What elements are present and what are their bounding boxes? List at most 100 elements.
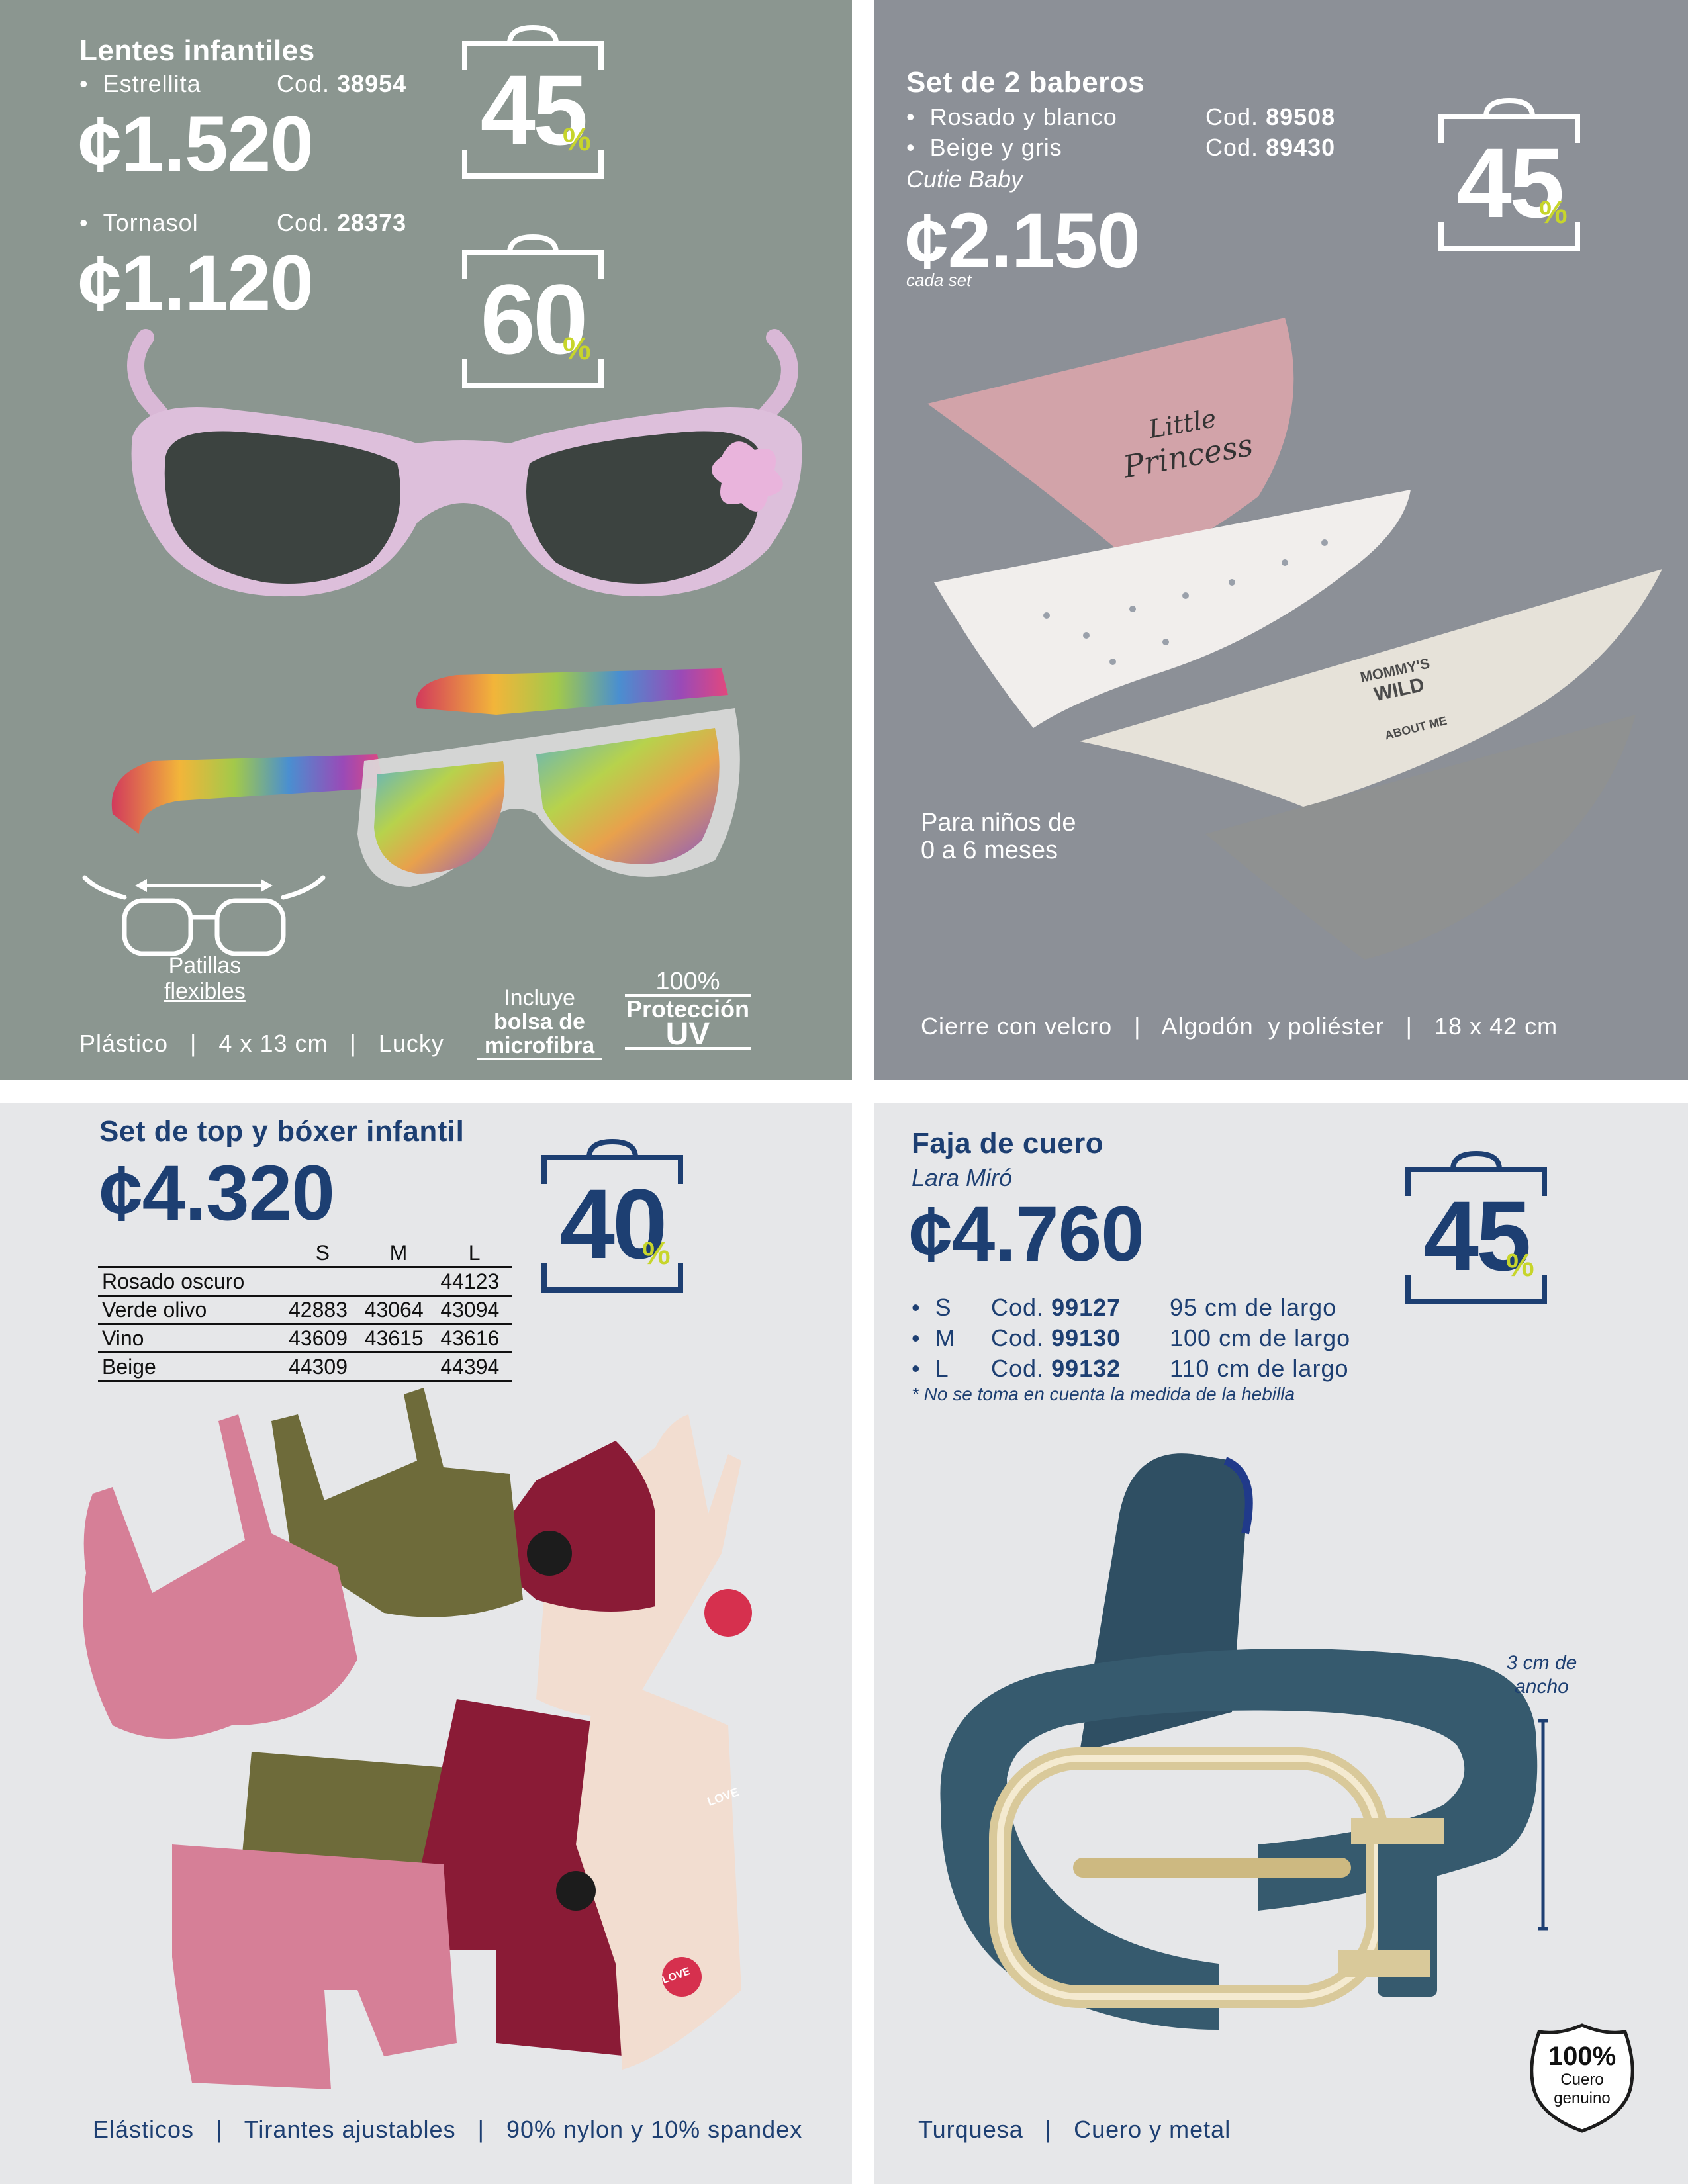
cod-number: 28373	[337, 209, 407, 236]
variant-code: Cod. 89430	[1205, 134, 1335, 161]
cod-number: 99132	[1051, 1355, 1121, 1382]
cod-label: Cod.	[991, 1324, 1045, 1351]
table-cell: Beige	[102, 1354, 156, 1379]
table-header: L	[468, 1240, 481, 1265]
rainbow-sunglasses-image	[111, 668, 740, 887]
table-cell: 44394	[440, 1354, 500, 1379]
percent-sign: %	[563, 122, 591, 158]
cod-number: 89430	[1266, 134, 1336, 161]
product-title: Set de top y bóxer infantil	[99, 1115, 465, 1148]
table-cell	[361, 1353, 437, 1381]
features-line: Plástico | 4 x 13 cm | Lucky	[79, 1030, 444, 1057]
size-row: • S Cod. 99127 95 cm de largo	[912, 1294, 1337, 1321]
length-label: 110 cm de largo	[1170, 1355, 1349, 1382]
bibs-panel: Set de 2 baberos • Rosado y blanco Cod. …	[874, 0, 1688, 1080]
variant-line: • Rosado y blanco	[906, 103, 1117, 130]
percent-sign: %	[642, 1236, 671, 1271]
buckle-note: * No se toma en cuenta la medida de la h…	[912, 1384, 1295, 1404]
table-cell: 43094	[440, 1297, 500, 1322]
size-label: L	[935, 1355, 949, 1382]
variant-name: Tornasol	[103, 209, 199, 236]
table-cell: Rosado oscuro	[102, 1269, 245, 1293]
table-row: Beige 44309 44394	[98, 1353, 512, 1381]
product-title: Lentes infantiles	[79, 34, 315, 67]
note-line: microfibra	[477, 1034, 602, 1060]
variant-line: • Beige y gris	[906, 134, 1062, 161]
table-cell: 44123	[440, 1269, 500, 1293]
table-row: Rosado oscuro 44123	[98, 1267, 512, 1296]
cod-number: 89508	[1266, 103, 1336, 130]
price: ¢4.320	[99, 1150, 335, 1237]
table-cell: Verde olivo	[102, 1297, 207, 1322]
size-list: • S Cod. 99127 95 cm de largo • M Cod. 9913…	[912, 1293, 1350, 1384]
size-label: S	[935, 1294, 952, 1321]
leather-belt-image	[940, 1453, 1538, 2030]
genuine-leather-seal: 100% Cuero genuino	[1526, 2022, 1638, 2134]
table-cell: Vino	[102, 1326, 144, 1350]
pink-sunglasses-image	[127, 329, 802, 597]
width-measure-line	[1538, 1719, 1548, 1931]
glasses-panel: Lentes infantiles • Estrellita Cod. 3895…	[0, 0, 852, 1080]
note-line: UV	[625, 1019, 751, 1050]
label-line: Patillas	[168, 953, 242, 978]
table-cell	[285, 1267, 361, 1296]
table-cell: 43064	[364, 1297, 424, 1322]
size-code-table: S M L Rosado oscuro 44123 Verde olivo 42…	[98, 1240, 512, 1382]
cod-number: 38954	[337, 70, 407, 97]
features-line: Cierre con velcro | Algodón y poliéster …	[921, 1013, 1558, 1040]
features-line: Elásticos | Tirantes ajustables | 90% ny…	[93, 2116, 803, 2143]
top-and-boxer-image	[83, 1388, 752, 2089]
bibs-image	[927, 318, 1662, 960]
seal-line: genuino	[1554, 2089, 1611, 2107]
percent-sign: %	[1506, 1248, 1534, 1283]
uv-protection-note: 100% Protección UV	[625, 969, 751, 1050]
label-line: flexibles	[164, 979, 246, 1004]
price: ¢4.760	[909, 1191, 1145, 1278]
variant-name: Rosado y blanco	[929, 103, 1117, 130]
microfiber-note: Incluye bolsa de microfibra	[477, 986, 602, 1060]
note-line: 100%	[655, 968, 720, 995]
variant-code: Cod. 89508	[1205, 103, 1335, 131]
price: ¢1.520	[78, 101, 314, 188]
underwear-panel: Set de top y bóxer infantil ¢4.320 40 % …	[0, 1103, 852, 2184]
variant-line: • Tornasol	[79, 209, 199, 236]
cod-number: 99130	[1051, 1324, 1121, 1351]
cod-label: Cod.	[991, 1294, 1045, 1321]
size-row: • M Cod. 99130 100 cm de largo	[912, 1324, 1351, 1351]
table-row: Vino 43609 43615 43616	[98, 1324, 512, 1353]
width-line: ancho	[1515, 1676, 1569, 1698]
note-line: bolsa de	[494, 1009, 585, 1034]
percent-sign: %	[1539, 195, 1568, 230]
price-note: cada set	[906, 270, 972, 290]
length-label: 100 cm de largo	[1170, 1324, 1351, 1351]
seal-line: Cuero	[1560, 2071, 1604, 2089]
cod-label: Cod.	[277, 70, 330, 97]
flexible-glasses-icon	[82, 875, 326, 956]
variant-name: Beige y gris	[929, 134, 1062, 161]
table-row: Verde olivo 42883 43064 43094	[98, 1296, 512, 1324]
price: ¢1.120	[78, 240, 314, 327]
size-label: M	[935, 1324, 956, 1351]
table-header: S	[315, 1240, 330, 1265]
table-header-row: S M L	[98, 1240, 512, 1267]
cod-label: Cod.	[991, 1355, 1045, 1382]
note-line: Incluye	[504, 985, 575, 1011]
variant-line: • Estrellita	[79, 70, 201, 97]
product-title: Set de 2 baberos	[906, 66, 1145, 99]
length-label: 95 cm de largo	[1170, 1294, 1337, 1321]
table-cell: 43615	[364, 1326, 424, 1350]
table-cell	[361, 1267, 437, 1296]
brand-name: Lara Miró	[912, 1164, 1013, 1191]
cod-label: Cod.	[1205, 103, 1259, 130]
cod-number: 99127	[1051, 1294, 1121, 1321]
table-cell: 42883	[289, 1297, 348, 1322]
size-row: • L Cod. 99132 110 cm de largo	[912, 1355, 1349, 1382]
cod-label: Cod.	[1205, 134, 1259, 161]
table-header	[98, 1240, 285, 1267]
product-title: Faja de cuero	[912, 1127, 1104, 1160]
flexible-temples-label: Patillas flexibles	[164, 953, 246, 1005]
seal-text: 100% Cuero genuino	[1526, 2042, 1638, 2108]
seal-line: 100%	[1548, 2042, 1617, 2071]
variant-name: Estrellita	[103, 70, 201, 97]
table-cell: 43616	[440, 1326, 500, 1350]
